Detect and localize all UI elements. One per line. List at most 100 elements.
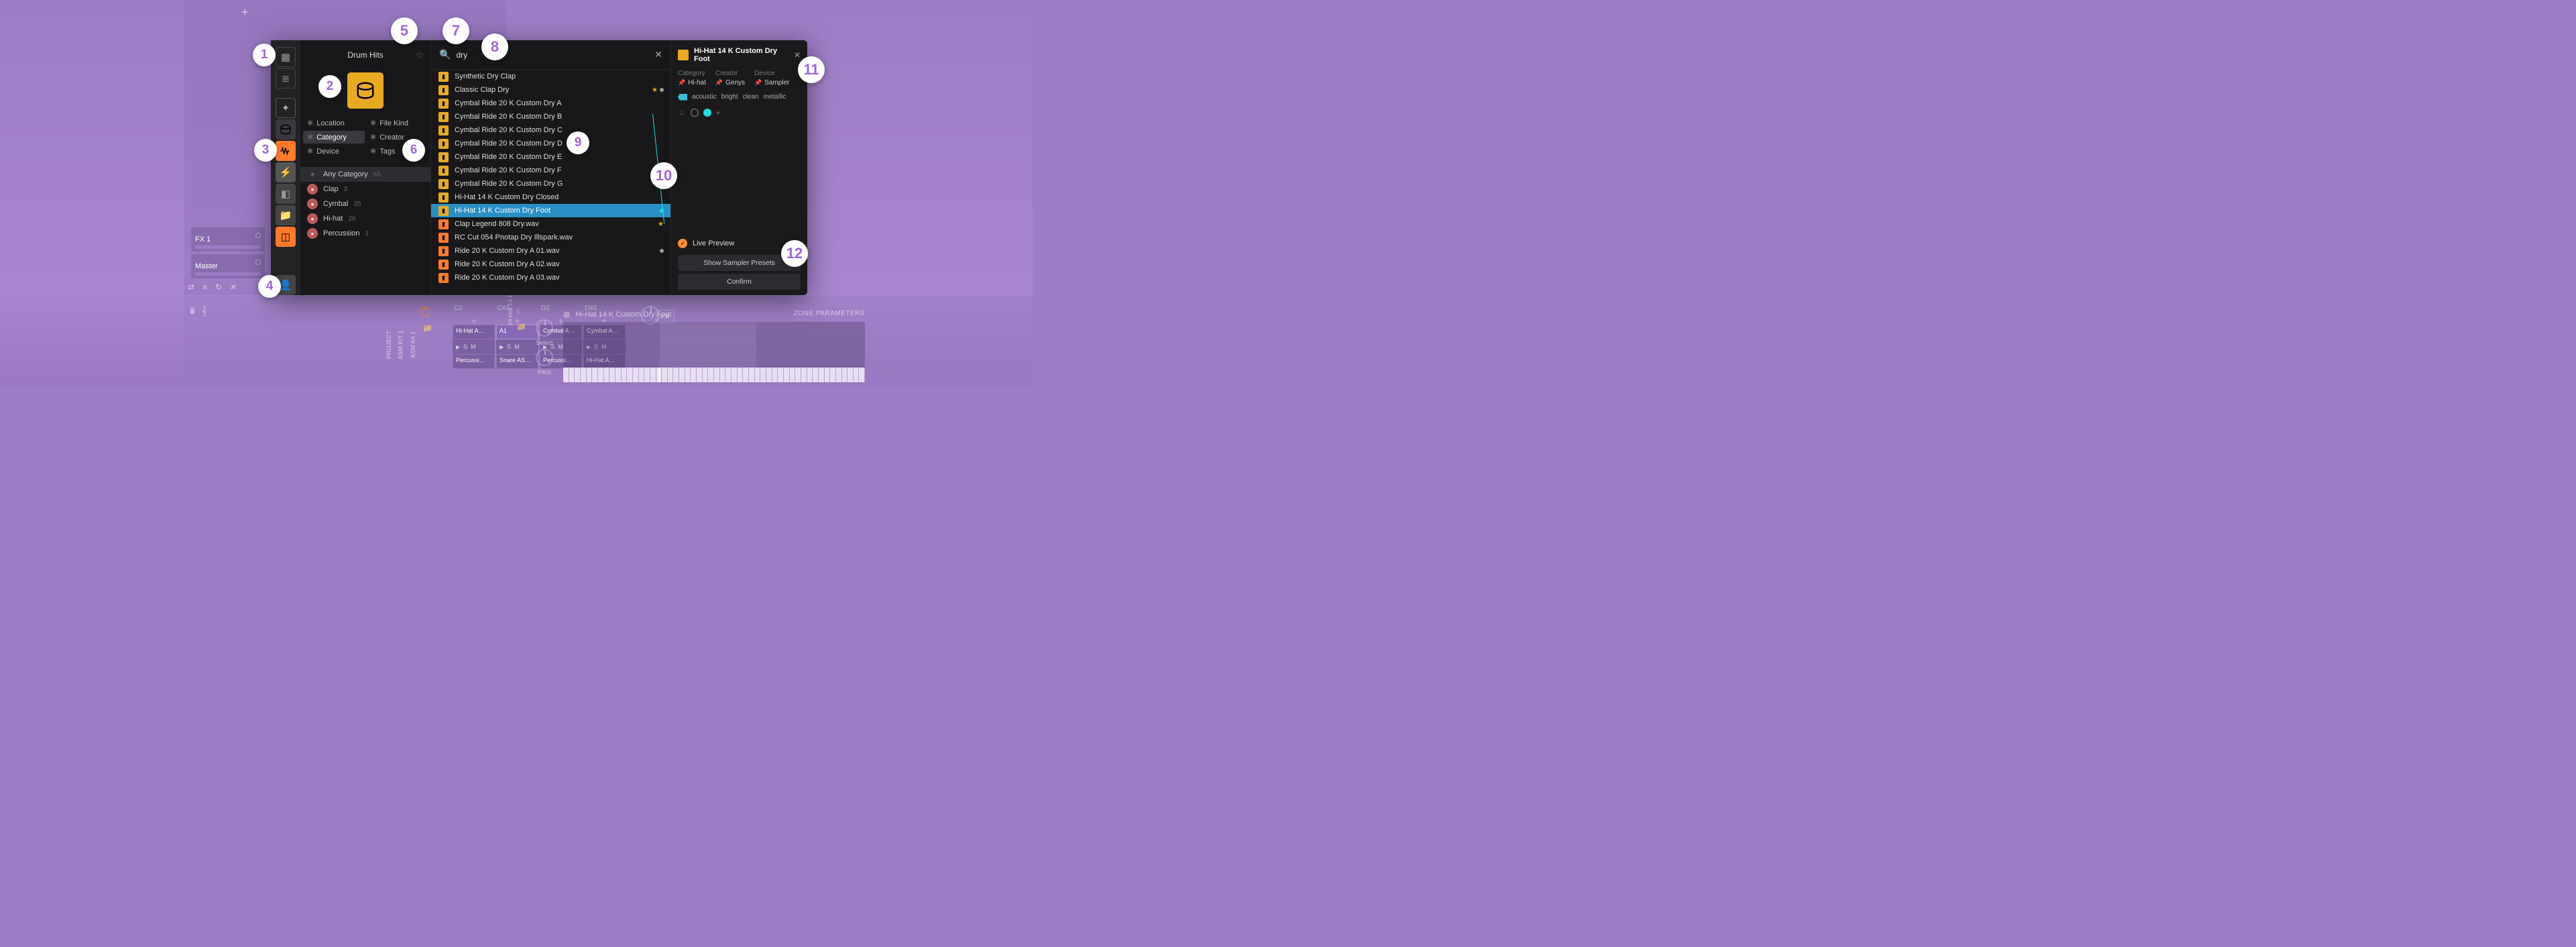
piano-key[interactable] xyxy=(847,368,854,382)
plug-tab-icon[interactable]: ⚡ xyxy=(276,162,296,182)
piano-key[interactable] xyxy=(790,368,796,382)
category-item[interactable]: ●Cymbal35 xyxy=(300,197,430,211)
zone-range[interactable] xyxy=(660,322,756,368)
piano-key[interactable] xyxy=(644,368,650,382)
piano-key[interactable] xyxy=(825,368,831,382)
confirm-button[interactable]: Confirm xyxy=(678,274,801,290)
solo-button[interactable]: S xyxy=(463,343,467,350)
folder-icon[interactable]: 📁 xyxy=(422,323,432,333)
select-knob[interactable] xyxy=(536,319,553,337)
result-item[interactable]: ▮Cymbal Ride 20 K Custom Dry C xyxy=(431,123,670,137)
pin-icon[interactable]: 📌 xyxy=(715,79,723,87)
result-item[interactable]: ▮Cymbal Ride 20 K Custom Dry E xyxy=(431,150,670,164)
piano-key[interactable] xyxy=(807,368,813,382)
piano-key[interactable] xyxy=(598,368,604,382)
clip-tab-icon[interactable]: ◫ xyxy=(276,227,296,247)
piano-icon[interactable]: 𝄞 xyxy=(202,306,207,317)
master-track[interactable]: Master xyxy=(191,254,265,278)
piano-key[interactable] xyxy=(569,368,575,382)
piano-key[interactable] xyxy=(819,368,825,382)
piano-key[interactable] xyxy=(616,368,622,382)
settings-icon[interactable]: ⇄ xyxy=(188,282,194,292)
tag[interactable]: metallic xyxy=(764,93,786,101)
result-item[interactable]: ▮Classic Clap Dry★ xyxy=(431,83,670,97)
piano-key[interactable] xyxy=(708,368,714,382)
fx-track[interactable]: FX 1 xyxy=(191,227,265,252)
result-item[interactable]: ▮Cymbal Ride 20 K Custom Dry G xyxy=(431,177,670,190)
category-item[interactable]: ●Hi-hat26 xyxy=(300,211,430,226)
piano-key[interactable] xyxy=(760,368,766,382)
piano-key[interactable] xyxy=(801,368,807,382)
crown-icon[interactable]: ♛ xyxy=(188,306,196,317)
result-item[interactable]: ▮Clap Legend 808 Dry.wav★ xyxy=(431,217,670,231)
kit-strip-2[interactable]: ASM Kit 1 xyxy=(407,303,419,386)
category-item[interactable]: ✱Any Category65 xyxy=(300,167,430,182)
piano-key[interactable] xyxy=(685,368,691,382)
filter-category[interactable]: ✱Category xyxy=(303,131,365,144)
piano-key[interactable] xyxy=(633,368,639,382)
preset-tab-icon[interactable]: ◧ xyxy=(276,184,296,204)
result-item[interactable]: ▮Synthetic Dry Clap xyxy=(431,70,670,83)
result-item[interactable]: ▮Hi-Hat 14 K Custom Dry Foot xyxy=(431,204,670,217)
piano-key[interactable] xyxy=(650,368,656,382)
pin-icon[interactable]: 📌 xyxy=(754,79,762,87)
piano-key[interactable] xyxy=(563,368,569,382)
result-item[interactable]: ▮Ride 20 K Custom Dry A 02.wav xyxy=(431,258,670,271)
piano-key[interactable] xyxy=(778,368,784,382)
result-item[interactable]: ▮RC Cut 054 Pnotap Dry Illspark.wav xyxy=(431,231,670,244)
drum-track-cell[interactable]: Percussi… xyxy=(453,354,495,369)
search-icon[interactable]: 🔍 xyxy=(439,49,451,60)
folder-icon[interactable]: ▦ xyxy=(563,310,570,319)
refresh-icon[interactable]: ↻ xyxy=(215,282,222,292)
tag[interactable]: bright xyxy=(721,93,738,101)
result-item[interactable]: ▮Cymbal Ride 20 K Custom Dry D xyxy=(431,137,670,150)
piano-key[interactable] xyxy=(627,368,633,382)
keyboard[interactable] xyxy=(563,368,865,382)
zone-grid[interactable] xyxy=(563,322,865,368)
color-ring-cyan[interactable] xyxy=(703,109,711,117)
filter-filekind[interactable]: ✱File Kind xyxy=(366,117,428,129)
piano-key[interactable] xyxy=(703,368,709,382)
list-view-icon[interactable]: ≣ xyxy=(276,68,296,89)
check-icon[interactable]: ✓ xyxy=(678,239,687,248)
piano-key[interactable] xyxy=(772,368,778,382)
piano-key[interactable] xyxy=(691,368,697,382)
piano-key[interactable] xyxy=(604,368,610,382)
moon-icon[interactable]: ☾ xyxy=(516,307,523,316)
kit-strip[interactable]: ASM KIT 1 xyxy=(395,303,407,386)
search-clear-icon[interactable]: ✕ xyxy=(654,49,662,60)
piano-key[interactable] xyxy=(587,368,593,382)
folder-tab-icon[interactable]: 📁 xyxy=(276,205,296,225)
piano-key[interactable] xyxy=(830,368,836,382)
add-color-icon[interactable]: + xyxy=(716,108,721,117)
piano-key[interactable] xyxy=(697,368,703,382)
favorite-star-icon[interactable]: ☆ xyxy=(678,107,686,118)
piano-key[interactable] xyxy=(725,368,731,382)
info-close-icon[interactable]: ✕ xyxy=(794,50,801,60)
sample-folder-icon[interactable]: 📁 xyxy=(516,322,526,331)
drum-tab-icon[interactable] xyxy=(276,119,296,140)
piano-key[interactable] xyxy=(813,368,819,382)
result-item[interactable]: ▮Cymbal Ride 20 K Custom Dry B xyxy=(431,110,670,123)
piano-key[interactable] xyxy=(784,368,790,382)
category-item[interactable]: ●Clap3 xyxy=(300,182,430,197)
color-ring[interactable] xyxy=(691,109,699,117)
filter-location[interactable]: ✱Location xyxy=(303,117,365,129)
piano-key[interactable] xyxy=(668,368,674,382)
result-item[interactable]: ▮Ride 20 K Custom Dry A 01.wav xyxy=(431,244,670,258)
play-icon[interactable]: ▶ xyxy=(456,344,460,350)
piano-key[interactable] xyxy=(859,368,865,382)
piano-key[interactable] xyxy=(755,368,761,382)
piano-key[interactable] xyxy=(714,368,720,382)
piano-key[interactable] xyxy=(662,368,668,382)
piano-key[interactable] xyxy=(731,368,738,382)
tag[interactable]: clean xyxy=(743,93,759,101)
piano-key[interactable] xyxy=(581,368,587,382)
result-item[interactable]: ▮Hi-Hat 14 K Custom Dry Closed xyxy=(431,190,670,204)
list-icon[interactable]: ≡ xyxy=(202,282,207,292)
favorite-star-icon[interactable]: ☆ xyxy=(415,50,424,61)
piano-key[interactable] xyxy=(575,368,581,382)
mute-button[interactable]: M xyxy=(471,343,476,350)
add-sample-icon[interactable]: + xyxy=(453,315,495,325)
piano-key[interactable] xyxy=(679,368,685,382)
